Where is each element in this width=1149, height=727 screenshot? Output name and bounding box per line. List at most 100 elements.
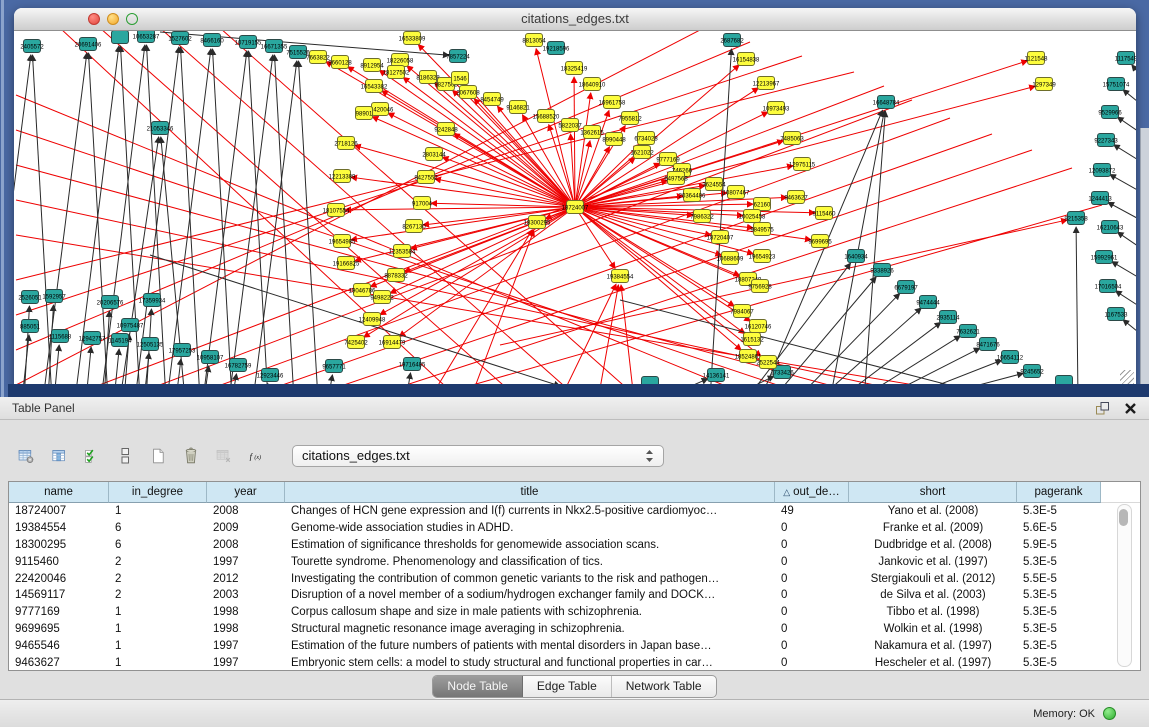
graph-node[interactable]: 19716485 [399, 358, 426, 371]
table-row[interactable]: 1938455462009Genome-wide association stu… [9, 520, 1140, 537]
table-cell[interactable]: 0 [775, 655, 849, 672]
graph-node[interactable]: 8267130 [402, 220, 426, 233]
graph-node[interactable]: 1362615 [580, 126, 604, 139]
graph-node[interactable]: 10958107 [197, 351, 224, 364]
graph-node[interactable]: 1297349 [1032, 78, 1056, 91]
minimize-window-button[interactable] [107, 13, 119, 25]
table-cell[interactable]: Hescheler et al. (1997) [849, 655, 1017, 672]
table-cell[interactable]: 5.3E-5 [1017, 587, 1101, 604]
graph-node[interactable]: 7663822 [306, 51, 330, 64]
graph-node[interactable]: 8466160 [200, 34, 224, 47]
graph-node[interactable]: 16210643 [1097, 221, 1124, 234]
graph-node[interactable]: 9657771 [322, 360, 346, 373]
table-cell[interactable]: Franke et al. (2009) [849, 520, 1017, 537]
table-row[interactable]: 1872400712008Changes of HCN gene express… [9, 503, 1140, 520]
graph-node[interactable]: 16961758 [599, 96, 626, 109]
tab-edge-table[interactable]: Edge Table [523, 676, 612, 697]
graph-node[interactable]: 6679197 [894, 281, 918, 294]
graph-node[interactable]: 2718126 [334, 137, 358, 150]
graph-node[interactable]: 7632621 [956, 325, 980, 338]
table-cell[interactable]: Stergiakouli et al. (2012) [849, 571, 1017, 588]
graph-node[interactable]: 12213967 [753, 77, 780, 90]
table-cell[interactable]: 5.5E-5 [1017, 571, 1101, 588]
column-header-title[interactable]: title [285, 482, 775, 503]
graph-node[interactable]: 18107554 [323, 204, 350, 217]
graph-node[interactable]: 1640934 [844, 250, 868, 263]
graph-node[interactable]: 8878332 [384, 269, 408, 282]
column-header-short[interactable]: short [849, 482, 1017, 503]
graph-node[interactable]: 16154838 [733, 53, 760, 66]
graph-node[interactable]: 18325419 [561, 62, 588, 75]
graph-node[interactable]: 8990448 [602, 133, 626, 146]
graph-node[interactable]: 16543382 [361, 80, 388, 93]
toggle-rows-icon[interactable] [111, 442, 139, 470]
close-window-button[interactable] [88, 13, 100, 25]
table-cell[interactable]: 5.9E-5 [1017, 537, 1101, 554]
graph-node[interactable]: 7857224 [446, 50, 470, 63]
table-cell[interactable]: 19384554 [9, 520, 109, 537]
graph-node[interactable]: 10688609 [717, 252, 744, 265]
table-row[interactable]: 969969511998Structural magnetic resonanc… [9, 621, 1140, 638]
table-cell[interactable]: 2 [109, 554, 207, 571]
table-row[interactable]: 946554611997Estimation of the future num… [9, 638, 1140, 655]
table-cell[interactable]: Embryonic stem cells: a model to study s… [285, 655, 775, 672]
table-cell[interactable]: Yano et al. (2008) [849, 503, 1017, 520]
table-cell[interactable]: 1998 [207, 621, 285, 638]
table-cell[interactable]: 0 [775, 554, 849, 571]
table-cell[interactable]: Dudbridge et al. (2008) [849, 537, 1017, 554]
graph-node[interactable]: 17016504 [1095, 280, 1122, 293]
graph-node[interactable]: 1117549 [1115, 52, 1136, 65]
table-row[interactable]: 977716911998Corpus callosum shape and si… [9, 604, 1140, 621]
graph-node[interactable]: 5822037 [558, 119, 582, 132]
memory-status-indicator[interactable] [1103, 707, 1116, 720]
graph-node[interactable]: 12409948 [359, 313, 386, 326]
graph-node[interactable]: 9227343 [1094, 134, 1118, 147]
table-cell[interactable]: 22420046 [9, 571, 109, 588]
graph-node[interactable]: 20691406 [75, 38, 102, 51]
table-cell[interactable]: 9777169 [9, 604, 109, 621]
table-cell[interactable]: 5.3E-5 [1017, 554, 1101, 571]
table-cell[interactable]: 0 [775, 638, 849, 655]
table-cell[interactable]: 1 [109, 655, 207, 672]
scrollbar-thumb[interactable] [1119, 509, 1128, 526]
table-cell[interactable]: 2003 [207, 587, 285, 604]
graph-node[interactable]: 19166825 [333, 257, 360, 270]
table-cell[interactable]: 2009 [207, 520, 285, 537]
graph-node[interactable]: 3624554 [702, 178, 726, 191]
graph-node[interactable]: 885051 [20, 320, 41, 333]
table-cell[interactable]: 1997 [207, 554, 285, 571]
table-cell[interactable]: 1997 [207, 655, 285, 672]
graph-node[interactable]: 10653287 [133, 31, 160, 43]
table-cell[interactable]: Genome-wide association studies in ADHD. [285, 520, 775, 537]
graph-node[interactable]: 16671355 [261, 40, 288, 53]
table-cell[interactable]: 1998 [207, 604, 285, 621]
table-cell[interactable]: 9699695 [9, 621, 109, 638]
graph-node[interactable]: 19218596 [543, 42, 570, 55]
graph-node[interactable]: 12505135 [137, 338, 164, 351]
column-header-year[interactable]: year [207, 482, 285, 503]
network-window-titlebar[interactable]: citations_edges.txt [14, 8, 1136, 31]
table-cell[interactable]: 2008 [207, 537, 285, 554]
window-resize-grip[interactable] [1120, 370, 1134, 384]
graph-node[interactable]: 15992961 [1091, 251, 1118, 264]
graph-node[interactable]: 7955812 [618, 112, 642, 125]
table-cell[interactable]: Jankovic et al. (1997) [849, 554, 1017, 571]
graph-node[interactable]: 9338926 [870, 264, 894, 277]
column-header-out_de[interactable]: △out_de… [775, 482, 849, 503]
graph-node[interactable]: 9699695 [808, 235, 832, 248]
table-row[interactable]: 1830029562008Estimation of significance … [9, 537, 1140, 554]
column-header-in_degree[interactable]: in_degree [109, 482, 207, 503]
graph-node[interactable]: 7485063 [780, 132, 804, 145]
table-cell[interactable]: 0 [775, 520, 849, 537]
table-cell[interactable]: 2012 [207, 571, 285, 588]
select-all-icon[interactable] [78, 442, 106, 470]
table-cell[interactable]: 5.3E-5 [1017, 655, 1101, 672]
graph-node[interactable]: 1121548 [1025, 52, 1049, 65]
table-cell[interactable]: 6 [109, 520, 207, 537]
table-cell[interactable]: 0 [775, 621, 849, 638]
table-cell[interactable]: Investigating the contribution of common… [285, 571, 775, 588]
graph-node[interactable]: 1592957 [42, 290, 66, 303]
table-cell[interactable]: Nakamura et al. (1997) [849, 638, 1017, 655]
table-cell[interactable]: 0 [775, 537, 849, 554]
graph-node[interactable]: 9115460 [813, 207, 837, 220]
